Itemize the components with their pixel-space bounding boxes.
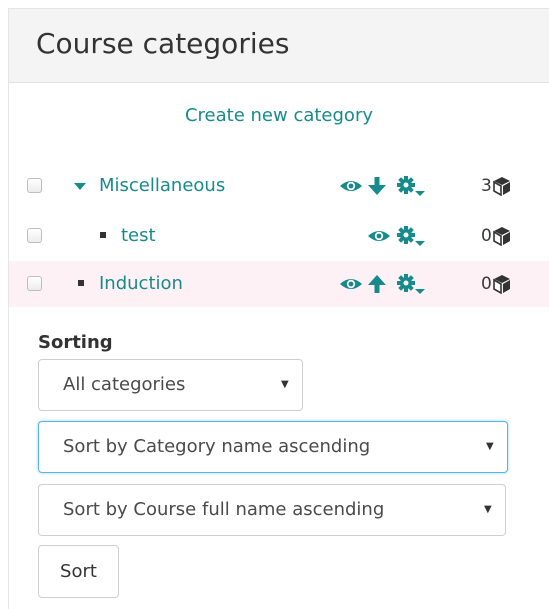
category-name-link[interactable]: test bbox=[121, 223, 156, 249]
gear-menu-icon[interactable] bbox=[396, 175, 426, 197]
caret-down-icon: ▼ bbox=[281, 379, 289, 390]
gear-menu-icon[interactable] bbox=[396, 273, 426, 295]
category-sort-select[interactable]: Sort by Category name ascending ▼ bbox=[38, 421, 508, 473]
page-title: Course categories bbox=[36, 27, 290, 60]
sorting-heading: Sorting bbox=[38, 332, 113, 353]
eye-icon[interactable] bbox=[339, 175, 363, 197]
move-up-icon[interactable] bbox=[367, 273, 387, 295]
sort-button[interactable]: Sort bbox=[38, 545, 119, 598]
course-count: 0 bbox=[481, 274, 492, 294]
select-value: Sort by Course full name ascending bbox=[63, 499, 385, 520]
panel-header: Course categories bbox=[9, 9, 549, 83]
course-count: 3 bbox=[481, 176, 492, 196]
eye-icon[interactable] bbox=[367, 225, 391, 247]
gear-menu-icon[interactable] bbox=[396, 225, 426, 247]
course-cube-icon bbox=[493, 227, 510, 246]
course-sort-select[interactable]: Sort by Course full name ascending ▼ bbox=[38, 484, 506, 536]
course-cube-icon bbox=[493, 275, 510, 294]
move-down-icon[interactable] bbox=[367, 175, 387, 197]
caret-down-icon: ▼ bbox=[486, 441, 494, 452]
expand-caret-icon[interactable] bbox=[73, 175, 87, 197]
course-categories-panel: Course categories Create new category Mi… bbox=[8, 8, 549, 609]
category-scope-select[interactable]: All categories ▼ bbox=[38, 359, 303, 411]
course-count: 0 bbox=[481, 226, 492, 246]
create-new-category-link[interactable]: Create new category bbox=[9, 104, 549, 128]
bullet-icon bbox=[100, 232, 106, 238]
caret-down-icon: ▼ bbox=[484, 504, 492, 515]
category-checkbox[interactable] bbox=[27, 228, 42, 243]
category-checkbox[interactable] bbox=[27, 276, 42, 291]
bullet-icon bbox=[78, 280, 84, 286]
eye-icon[interactable] bbox=[339, 273, 363, 295]
category-checkbox[interactable] bbox=[27, 178, 42, 193]
category-row-miscellaneous: Miscellaneous 3 bbox=[9, 163, 549, 209]
category-name-link[interactable]: Miscellaneous bbox=[99, 173, 225, 199]
course-cube-icon bbox=[493, 177, 510, 196]
select-value: Sort by Category name ascending bbox=[63, 436, 371, 457]
category-row-test: test 0 bbox=[9, 213, 549, 259]
category-row-induction: Induction 0 bbox=[9, 261, 549, 307]
category-name-link[interactable]: Induction bbox=[99, 271, 183, 297]
select-value: All categories bbox=[63, 374, 186, 395]
